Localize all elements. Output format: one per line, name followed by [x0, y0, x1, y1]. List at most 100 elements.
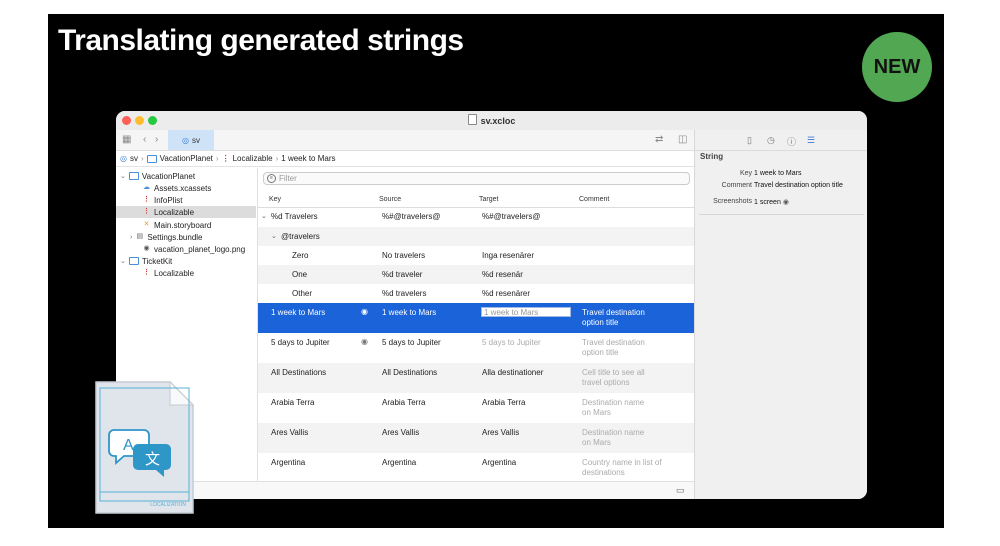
column-header-key[interactable]: Key: [269, 193, 281, 207]
navigator-item-ticketkit-localizable[interactable]: ⋮ Localizable: [142, 267, 194, 279]
column-header-target[interactable]: Target: [479, 193, 498, 207]
table-row[interactable]: One %d traveler %d resenär: [258, 265, 694, 284]
navigator-item-vacationplanet[interactable]: ⌄ VacationPlanet: [120, 170, 195, 182]
row-target[interactable]: %#@travelers@: [482, 212, 540, 221]
filter-field[interactable]: ≡ Filter: [263, 172, 690, 185]
row-target[interactable]: Argentina: [482, 458, 516, 467]
storyboard-icon: ✕: [143, 221, 150, 228]
strings-file-icon: ⋮: [143, 196, 150, 203]
table-row[interactable]: Ares Vallis Ares Vallis Ares Vallis Dest…: [258, 423, 694, 453]
navigator-item-logo-png[interactable]: ◉ vacation_planet_logo.png: [142, 243, 245, 255]
row-target[interactable]: 5 days to Jupiter: [482, 338, 541, 347]
target-edit-field[interactable]: 1 week to Mars: [481, 307, 571, 317]
navigator-item-settings-bundle[interactable]: › ▤ Settings.bundle: [130, 231, 203, 243]
row-target[interactable]: Alla destinationer: [482, 368, 543, 377]
row-key: 1 week to Mars: [271, 308, 326, 317]
navigator-item-ticketkit[interactable]: ⌄ TicketKit: [120, 255, 172, 267]
inspector-heading: String: [700, 152, 724, 161]
split-editor-icon[interactable]: ◫: [678, 134, 687, 146]
asset-catalog-icon: ☁: [143, 184, 150, 191]
inspector-comment-label: Comment: [721, 182, 752, 189]
eye-icon[interactable]: ◉: [783, 199, 789, 206]
localization-icon: ◎: [182, 135, 189, 145]
navigator-item-label: Localizable: [154, 207, 195, 217]
column-header-source[interactable]: Source: [379, 193, 401, 207]
row-comment: Travel destination option title: [582, 308, 645, 327]
chevron-down-icon[interactable]: ⌄: [271, 232, 277, 240]
column-header-comment[interactable]: Comment: [579, 193, 609, 207]
tab-sv[interactable]: ◎ sv: [168, 130, 214, 150]
row-key: All Destinations: [271, 368, 327, 377]
row-source: %d travelers: [382, 289, 427, 298]
inspector-screenshots-value: 1 screen ◉: [754, 198, 789, 206]
image-file-icon: ◉: [143, 245, 150, 252]
chevron-down-icon[interactable]: ⌄: [261, 212, 267, 220]
chevron-right-icon: ›: [275, 154, 279, 163]
navigator-item-assets[interactable]: ☁ Assets.xcassets: [142, 182, 211, 194]
document-icon: [467, 114, 477, 125]
navigator-item-label: Main.storyboard: [154, 220, 212, 230]
row-target[interactable]: Ares Vallis: [482, 428, 519, 437]
row-source: Argentina: [382, 458, 417, 467]
table-row-selected[interactable]: 1 week to Mars ◉ 1 week to Mars 1 week t…: [258, 303, 694, 333]
file-inspector-icon[interactable]: ▯: [747, 135, 752, 146]
localization-editor: ≡ Filter Key Source Target Comment ⌄ %d …: [258, 168, 694, 481]
back-icon[interactable]: ‹: [143, 134, 146, 146]
navigator-item-label: VacationPlanet: [141, 171, 196, 181]
row-key: Other: [292, 289, 313, 298]
screenshots-count: 1 screen: [754, 199, 781, 206]
history-icon[interactable]: ◷: [767, 135, 775, 146]
localization-caption: LOCALIZATION: [150, 502, 186, 508]
navigator-item-label: Assets.xcassets: [154, 183, 212, 193]
forward-icon[interactable]: ›: [155, 134, 158, 146]
slide-title: Translating generated strings: [58, 24, 464, 57]
inspector-key-label: Key: [739, 170, 752, 177]
table-row[interactable]: ⌄ @travelers: [258, 227, 694, 246]
row-comment: Destination name on Mars: [582, 428, 645, 447]
chevron-down-icon[interactable]: ⌄: [120, 257, 126, 265]
table-row[interactable]: 5 days to Jupiter ◉ 5 days to Jupiter 5 …: [258, 333, 694, 363]
attributes-inspector-icon[interactable]: ☰: [807, 135, 815, 146]
row-source: Arabia Terra: [382, 398, 426, 407]
table-row[interactable]: All Destinations All Destinations Alla d…: [258, 363, 694, 393]
table-row[interactable]: Other %d travelers %d resenärer: [258, 284, 694, 303]
inspector-tabs: ▯ ◷ ⓘ ☰: [695, 130, 867, 151]
row-source: 1 week to Mars: [382, 308, 437, 317]
eye-icon[interactable]: ◉: [361, 307, 368, 316]
table-row[interactable]: ⌄ %d Travelers %#@travelers@ %#@traveler…: [258, 208, 694, 227]
navigator-item-infoplist[interactable]: ⋮ InfoPlist: [142, 194, 182, 206]
chevron-right-icon[interactable]: ›: [130, 234, 132, 241]
localization-icon: ◎: [120, 154, 127, 163]
help-icon[interactable]: ⓘ: [787, 135, 796, 148]
inspector-panel: ▯ ◷ ⓘ ☰ String Key 1 week to Mars Commen…: [694, 130, 867, 499]
status-bar: ▭: [116, 481, 694, 499]
row-key: Zero: [292, 251, 309, 260]
inspector-comment-value: Travel destination option title: [754, 182, 843, 189]
row-key: One: [292, 270, 308, 279]
breadcrumb-item[interactable]: VacationPlanet: [160, 154, 213, 163]
row-target[interactable]: %d resenärer: [482, 289, 530, 298]
grid-icon[interactable]: ▦: [122, 134, 131, 146]
table-row[interactable]: Argentina Argentina Argentina Country na…: [258, 453, 694, 481]
row-source: Ares Vallis: [382, 428, 420, 437]
tab-sv-label: sv: [191, 135, 200, 145]
row-target[interactable]: Arabia Terra: [482, 398, 525, 407]
folder-icon: [128, 172, 139, 180]
row-key: @travelers: [281, 232, 320, 241]
table-row[interactable]: Zero No travelers Inga resenärer: [258, 246, 694, 265]
breadcrumb-item[interactable]: sv: [130, 154, 138, 163]
row-comment: Travel destination option title: [582, 338, 645, 357]
chevron-down-icon[interactable]: ⌄: [120, 172, 126, 180]
row-target[interactable]: Inga resenärer: [482, 251, 534, 260]
breadcrumb-item[interactable]: 1 week to Mars: [281, 154, 335, 163]
navigator-item-storyboard[interactable]: ✕ Main.storyboard: [142, 219, 212, 231]
breadcrumb-item[interactable]: Localizable: [233, 154, 273, 163]
hide-debug-area-icon[interactable]: ▭: [676, 485, 685, 496]
row-target[interactable]: %d resenär: [482, 270, 523, 279]
filter-placeholder: Filter: [279, 174, 297, 183]
eye-icon[interactable]: ◉: [361, 337, 368, 346]
swap-icon[interactable]: ⇄: [655, 134, 663, 146]
row-comment: Country name in list of destinations: [582, 458, 662, 477]
table-row[interactable]: Arabia Terra Arabia Terra Arabia Terra D…: [258, 393, 694, 423]
navigator-item-localizable[interactable]: ⋮ Localizable: [116, 206, 256, 218]
